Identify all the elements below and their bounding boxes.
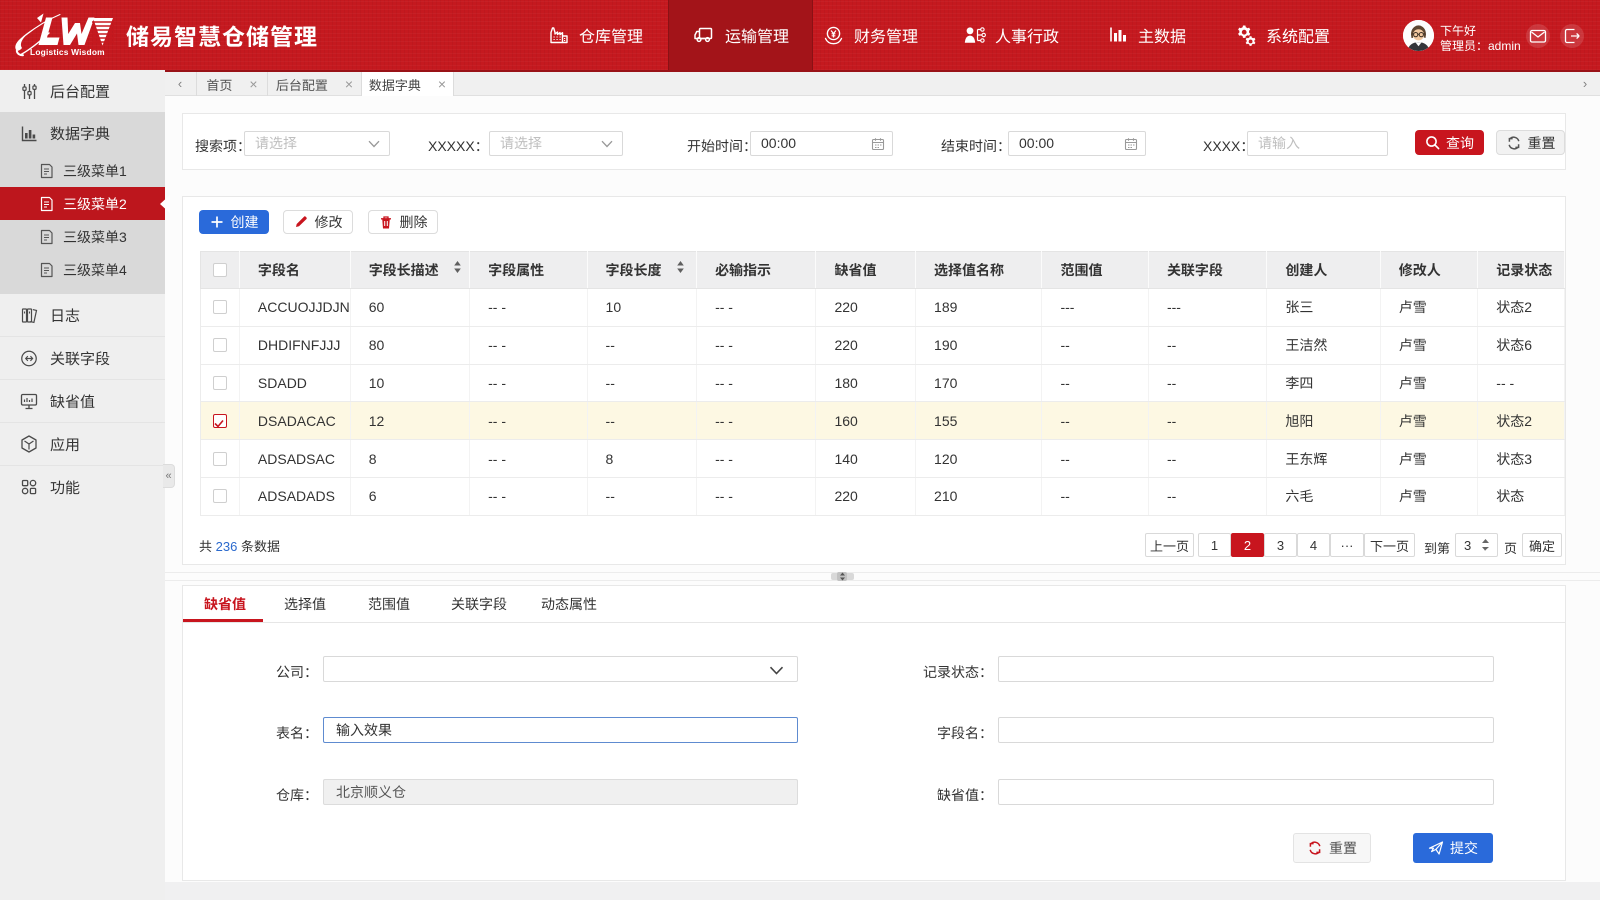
svg-text:Logistics Wisdom: Logistics Wisdom — [30, 47, 105, 57]
